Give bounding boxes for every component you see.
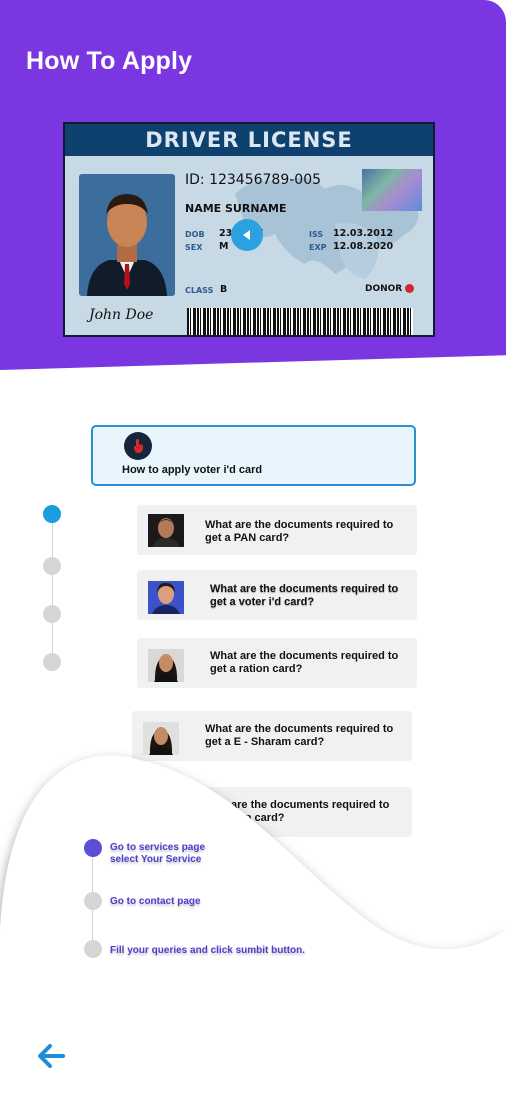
step-2-text: Go to contact page [110,896,201,907]
arrow-left-icon[interactable] [36,1042,66,1070]
step-dot [84,940,102,958]
step-3-text: Fill your queries and click sumbit butto… [110,945,306,956]
step-dot-active [84,839,102,857]
step-dot [84,892,102,910]
step-1-text: Go to services page select Your Service [110,842,206,865]
curved-sheet [0,755,506,1104]
